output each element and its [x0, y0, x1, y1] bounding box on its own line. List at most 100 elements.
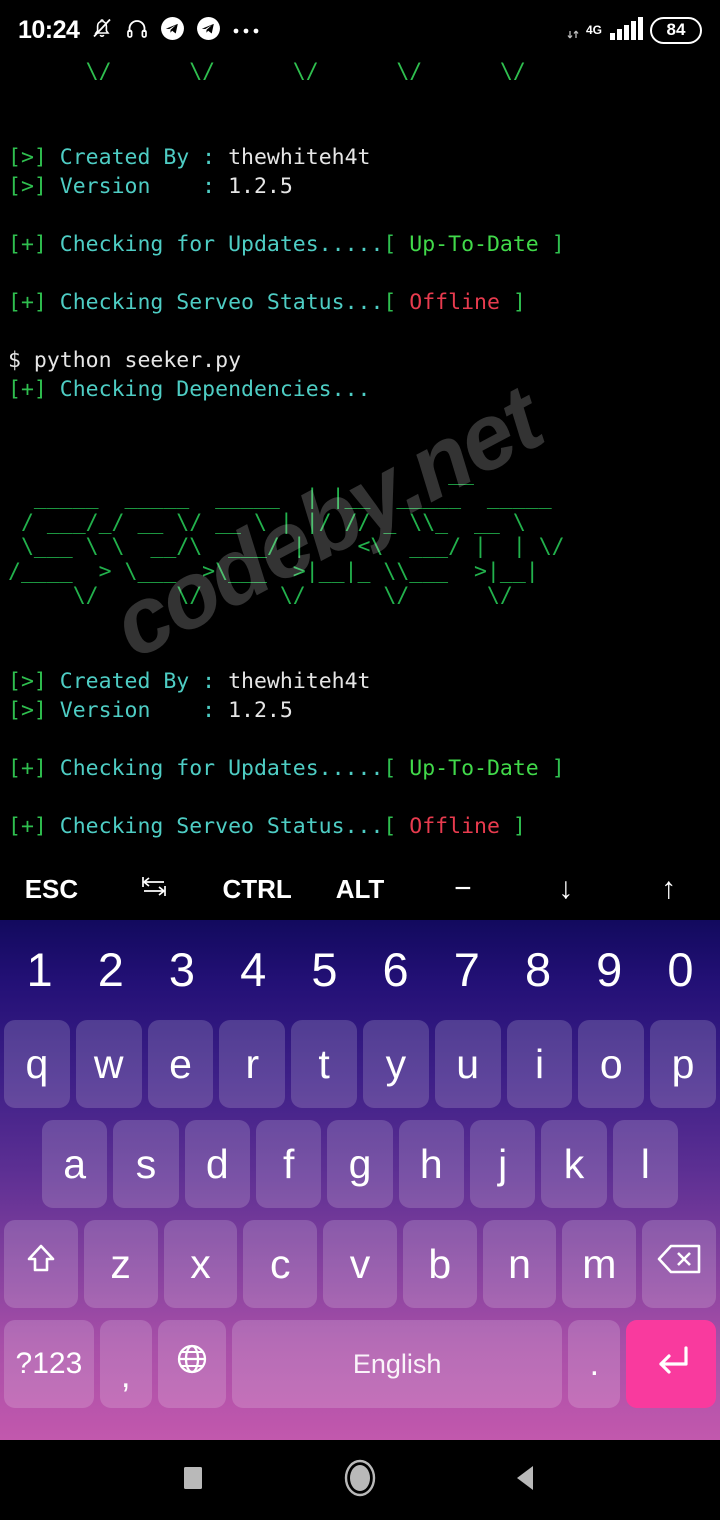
extra-keys-row: ESC CTRL ALT − ↓ ↑: [0, 858, 720, 920]
key-5[interactable]: 5: [289, 926, 360, 1014]
key-v[interactable]: v: [323, 1220, 397, 1308]
extra-key-ctrl[interactable]: CTRL: [206, 858, 309, 920]
key-g[interactable]: g: [327, 1120, 393, 1208]
key-w[interactable]: w: [75, 1020, 142, 1108]
key-j[interactable]: j: [469, 1120, 536, 1208]
enter-arrow-icon: [648, 1339, 694, 1389]
key-b[interactable]: b: [402, 1220, 477, 1308]
key-8[interactable]: 8: [502, 926, 573, 1014]
created-by-value: thewhiteh4t: [228, 668, 371, 694]
key-6[interactable]: 6: [360, 926, 431, 1014]
created-by-label: Created By :: [59, 144, 216, 170]
recents-button[interactable]: [158, 1445, 228, 1515]
updates-label: Checking for Updates.....: [59, 231, 384, 257]
serveo-tag: [+]: [8, 289, 47, 315]
home-button[interactable]: [325, 1445, 395, 1515]
updates-status: Up-To-Date: [409, 755, 539, 781]
key-r[interactable]: r: [219, 1020, 286, 1108]
key-y[interactable]: y: [363, 1020, 429, 1108]
key-u[interactable]: u: [434, 1020, 501, 1108]
serveo-status: Offline: [409, 813, 500, 839]
telegram-icon: [160, 16, 185, 45]
key-backspace[interactable]: [642, 1220, 717, 1308]
key-t[interactable]: t: [291, 1020, 357, 1108]
serveo-label: Checking Serveo Status...: [59, 813, 384, 839]
status-bar: 10:24 4G 84: [0, 0, 720, 60]
key-symbols-toggle[interactable]: ?123: [4, 1320, 94, 1408]
key-9[interactable]: 9: [574, 926, 645, 1014]
version-value: 1.2.5: [228, 697, 293, 723]
recents-square-icon: [179, 1462, 207, 1498]
key-7[interactable]: 7: [431, 926, 502, 1014]
created-by-label: Created By :: [59, 668, 216, 694]
ascii-banner-line: _____ _____ _____ | |__ _____ _____: [8, 485, 565, 510]
keyboard-row-zxcv: z x c v b n m: [0, 1214, 720, 1314]
key-x[interactable]: x: [163, 1220, 238, 1308]
battery-indicator: 84: [650, 16, 702, 44]
key-z[interactable]: z: [83, 1220, 158, 1308]
status-bar-left: 10:24: [18, 16, 262, 45]
android-navigation-bar: [0, 1440, 720, 1520]
key-4[interactable]: 4: [218, 926, 289, 1014]
key-3[interactable]: 3: [146, 926, 217, 1014]
key-0[interactable]: 0: [645, 926, 716, 1014]
on-screen-keyboard: 1 2 3 4 5 6 7 8 9 0 q w e r t y u i o p …: [0, 920, 720, 1440]
key-o[interactable]: o: [578, 1020, 645, 1108]
key-comma[interactable]: ,: [99, 1320, 152, 1408]
key-e[interactable]: e: [147, 1020, 214, 1108]
prompt-symbol: $: [8, 347, 21, 373]
extra-key-tab[interactable]: [103, 858, 206, 920]
key-shift[interactable]: [3, 1220, 78, 1308]
telegram-icon: [196, 16, 221, 45]
ascii-banner-line: \___ \ \ __/\ ___/ | <\ ___/ | | \/: [8, 534, 565, 559]
key-s[interactable]: s: [113, 1120, 179, 1208]
key-1[interactable]: 1: [4, 926, 75, 1014]
key-h[interactable]: h: [398, 1120, 464, 1208]
key-p[interactable]: p: [650, 1020, 716, 1108]
key-f[interactable]: f: [256, 1120, 322, 1208]
keyboard-row-asdf: a s d f g h j k l: [0, 1114, 720, 1214]
key-q[interactable]: q: [4, 1020, 70, 1108]
key-period[interactable]: .: [568, 1320, 621, 1408]
key-a[interactable]: a: [42, 1120, 108, 1208]
key-spacebar[interactable]: English: [231, 1320, 563, 1408]
signal-bars-icon: [609, 15, 643, 45]
banner-tail-line: \/ \/ \/ \/ \/: [8, 60, 526, 84]
keyboard-row-numbers: 1 2 3 4 5 6 7 8 9 0: [0, 926, 720, 1014]
serveo-status: Offline: [409, 289, 500, 315]
key-n[interactable]: n: [482, 1220, 557, 1308]
headphones-icon: [125, 16, 149, 44]
globe-icon: [172, 1339, 212, 1389]
version-tag: [>]: [8, 697, 47, 723]
status-bar-clock: 10:24: [18, 15, 80, 44]
mobile-data-arrows-icon: [567, 15, 579, 45]
extra-key-esc[interactable]: ESC: [0, 858, 103, 920]
ascii-banner-line: / ___/_/ __ \/ __ \ | |/ // _ \\_ __ \: [8, 509, 526, 535]
key-d[interactable]: d: [184, 1120, 250, 1208]
key-i[interactable]: i: [506, 1020, 573, 1108]
terminal-output[interactable]: \/ \/ \/ \/ \/ [>] Created By : thewhite…: [0, 60, 720, 915]
home-circle-icon: [341, 1456, 379, 1504]
command-line: python seeker.py: [33, 347, 242, 373]
phone-screen: 10:24 4G 84 \/ \/ \/ \/ \/ [>] Created B…: [0, 0, 720, 1520]
key-2[interactable]: 2: [75, 926, 146, 1014]
key-l[interactable]: l: [612, 1120, 678, 1208]
extra-key-arrow-down[interactable]: ↓: [514, 858, 617, 920]
extra-key-arrow-up[interactable]: ↑: [617, 858, 720, 920]
extra-key-alt[interactable]: ALT: [309, 858, 412, 920]
status-bar-right: 4G 84: [567, 15, 702, 45]
tab-icon: [138, 874, 170, 905]
created-by-tag: [>]: [8, 144, 47, 170]
network-type-label: 4G: [585, 23, 602, 37]
back-button[interactable]: [492, 1445, 562, 1515]
key-c[interactable]: c: [243, 1220, 318, 1308]
key-m[interactable]: m: [562, 1220, 637, 1308]
key-enter[interactable]: [626, 1320, 716, 1408]
key-language-globe[interactable]: [157, 1320, 226, 1408]
extra-key-minus[interactable]: −: [411, 858, 514, 920]
version-label: Version :: [59, 697, 216, 723]
ascii-banner-line: __: [448, 460, 474, 486]
deps-label: Checking Dependencies...: [59, 376, 371, 402]
updates-tag: [+]: [8, 755, 47, 781]
key-k[interactable]: k: [541, 1120, 607, 1208]
